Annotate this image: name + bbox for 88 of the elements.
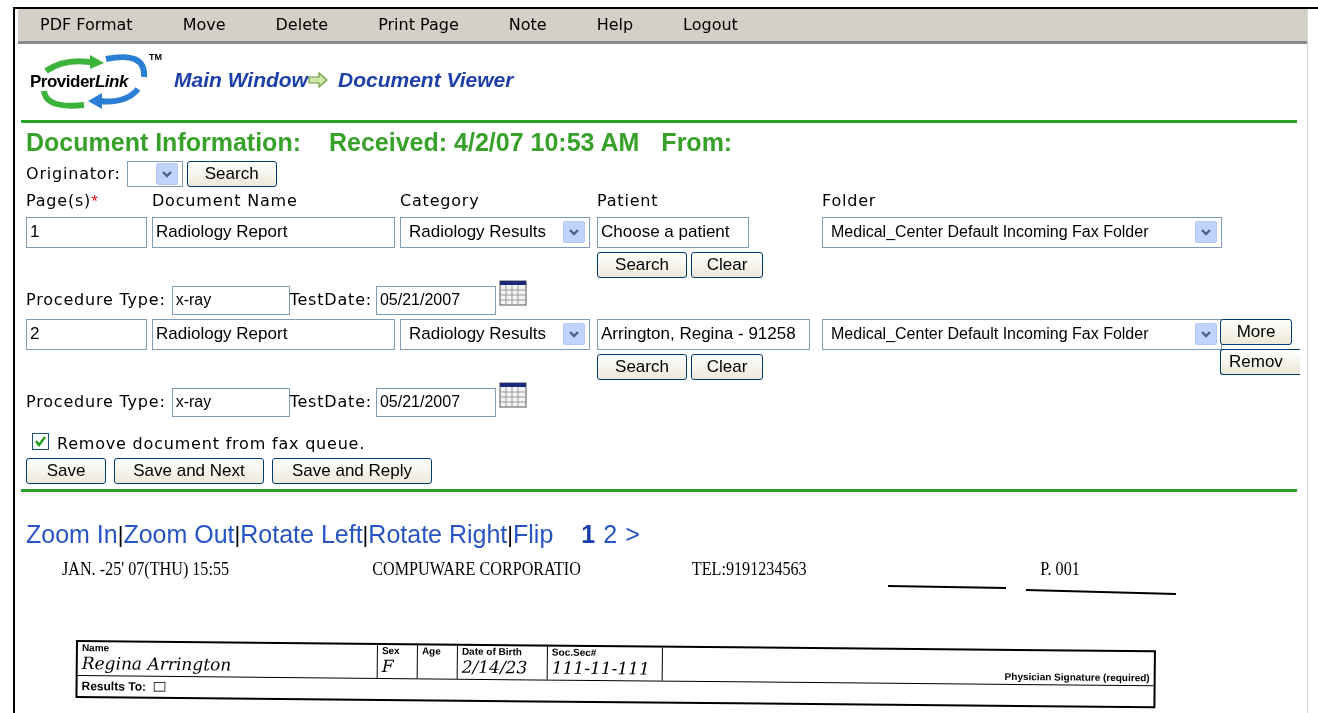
pages-field[interactable]: 2: [26, 318, 147, 350]
required-mark: *: [91, 191, 98, 213]
patient-field[interactable]: Arrington, Regina - 91258: [597, 318, 810, 350]
handwritten-text: F: [381, 655, 395, 677]
menu-item[interactable]: Logout: [683, 13, 738, 37]
toolbar-link[interactable]: Rotate Right: [368, 515, 508, 553]
chevron-down-icon: [568, 330, 580, 338]
menu-item[interactable]: Note: [508, 13, 547, 37]
patient-field[interactable]: Choose a patient: [597, 216, 749, 248]
form-field-label: Sex: [381, 644, 401, 656]
logo-text: ProviderLink: [30, 71, 128, 94]
search-button[interactable]: Search: [597, 353, 687, 380]
search-button[interactable]: Search: [597, 251, 687, 278]
form-field-label: Physician Signature (required): [1004, 670, 1150, 684]
field-label: Procedure Type:: [26, 289, 166, 311]
save-button[interactable]: Save: [26, 457, 106, 484]
form-field-label: Name: [81, 641, 111, 655]
column-label: Folder: [822, 190, 877, 212]
column-label: Document Name: [152, 190, 298, 212]
separator: |: [507, 520, 513, 547]
column-label: Page(s): [26, 190, 92, 212]
toolbar-link[interactable]: Rotate Left: [240, 515, 363, 553]
page-link[interactable]: 1: [581, 515, 596, 553]
breadcrumb-link[interactable]: Main Window: [174, 64, 308, 96]
field-label: TestDate:: [289, 289, 372, 311]
toolbar-link[interactable]: Flip: [513, 515, 554, 553]
test-date-field[interactable]: 05/21/2007: [375, 285, 496, 315]
procedure-type-field[interactable]: x-ray: [171, 387, 290, 417]
document-name-field[interactable]: Radiology Report: [152, 318, 395, 350]
toolbar-link[interactable]: Zoom In: [26, 515, 118, 553]
menu-item[interactable]: Delete: [275, 13, 329, 37]
form-field-label: Age: [421, 644, 442, 657]
received-date: Received: 4/2/07 10:53 AM: [329, 127, 640, 157]
page-link[interactable]: 2: [603, 515, 618, 553]
chevron-down-icon: [160, 170, 173, 178]
fax-header-text: COMPUWARE CORPORATIO: [372, 557, 582, 581]
more-button[interactable]: More: [1220, 318, 1292, 345]
fax-header-text: P. 001: [1040, 557, 1081, 581]
next-page-link[interactable]: >: [625, 515, 640, 553]
from-label: From:: [661, 127, 733, 157]
separator: |: [362, 520, 369, 549]
remove-button[interactable]: Remov: [1220, 348, 1300, 375]
field-label: Procedure Type:: [26, 391, 166, 413]
document-name-field[interactable]: Radiology Report: [152, 216, 395, 248]
chevron-down-icon: [568, 228, 580, 236]
search-button[interactable]: Search: [186, 161, 277, 187]
clear-button[interactable]: Clear: [691, 251, 763, 278]
column-label: Patient: [597, 190, 659, 212]
separator: |: [117, 520, 124, 549]
toolbar-link[interactable]: Zoom Out: [123, 515, 235, 553]
folder-dropdown[interactable]: Medical_Center Default Incoming Fax Folder: [822, 318, 1222, 350]
handwritten-text: Regina Arrington: [81, 652, 233, 676]
remove-from-queue-checkbox[interactable]: [32, 432, 49, 450]
square-icon: [153, 681, 167, 692]
category-dropdown[interactable]: Radiology Results: [400, 216, 590, 248]
menu-item[interactable]: PDF Format: [40, 13, 133, 37]
menu-item[interactable]: Move: [182, 13, 226, 37]
menu-item[interactable]: Print Page: [378, 13, 459, 37]
form-field-label: Soc.Sec#: [551, 646, 598, 659]
field-label: Originator:: [26, 163, 121, 185]
chevron-down-icon: [1200, 330, 1212, 338]
calendar-icon[interactable]: [498, 279, 527, 306]
originator-dropdown[interactable]: [126, 161, 183, 187]
trademark-mark: TM: [149, 51, 162, 64]
fax-header-text: JAN. -25' 07(THU) 15:55: [62, 557, 231, 581]
pages-field[interactable]: 1: [26, 216, 147, 248]
separator: |: [234, 520, 241, 549]
arrow-right-icon: [307, 72, 328, 88]
breadcrumb-link[interactable]: Document Viewer: [337, 64, 514, 96]
calendar-icon[interactable]: [498, 381, 527, 408]
fax-header-text: TEL:9191234563: [691, 557, 808, 581]
test-date-field[interactable]: 05/21/2007: [375, 387, 496, 417]
header-title: Document Information:: [26, 127, 301, 157]
handwritten-text: 111-11-111: [551, 657, 651, 679]
column-label: Category: [400, 190, 480, 212]
folder-dropdown[interactable]: Medical_Center Default Incoming Fax Folder: [822, 216, 1222, 248]
category-dropdown[interactable]: Radiology Results: [400, 318, 590, 350]
save-and-next-button[interactable]: Save and Next: [114, 457, 264, 484]
clear-button[interactable]: Clear: [691, 353, 763, 380]
checkbox-label: Remove document from fax queue.: [57, 432, 366, 455]
form-field-label: Date of Birth: [461, 645, 523, 657]
procedure-type-field[interactable]: x-ray: [171, 285, 290, 315]
form-field-label: Results To:: [81, 677, 147, 696]
menu-item[interactable]: Help: [596, 13, 634, 37]
field-label: TestDate:: [289, 391, 372, 413]
handwritten-text: 2/14/23: [461, 656, 529, 678]
chevron-down-icon: [1200, 228, 1212, 236]
save-and-reply-button[interactable]: Save and Reply: [272, 457, 432, 484]
